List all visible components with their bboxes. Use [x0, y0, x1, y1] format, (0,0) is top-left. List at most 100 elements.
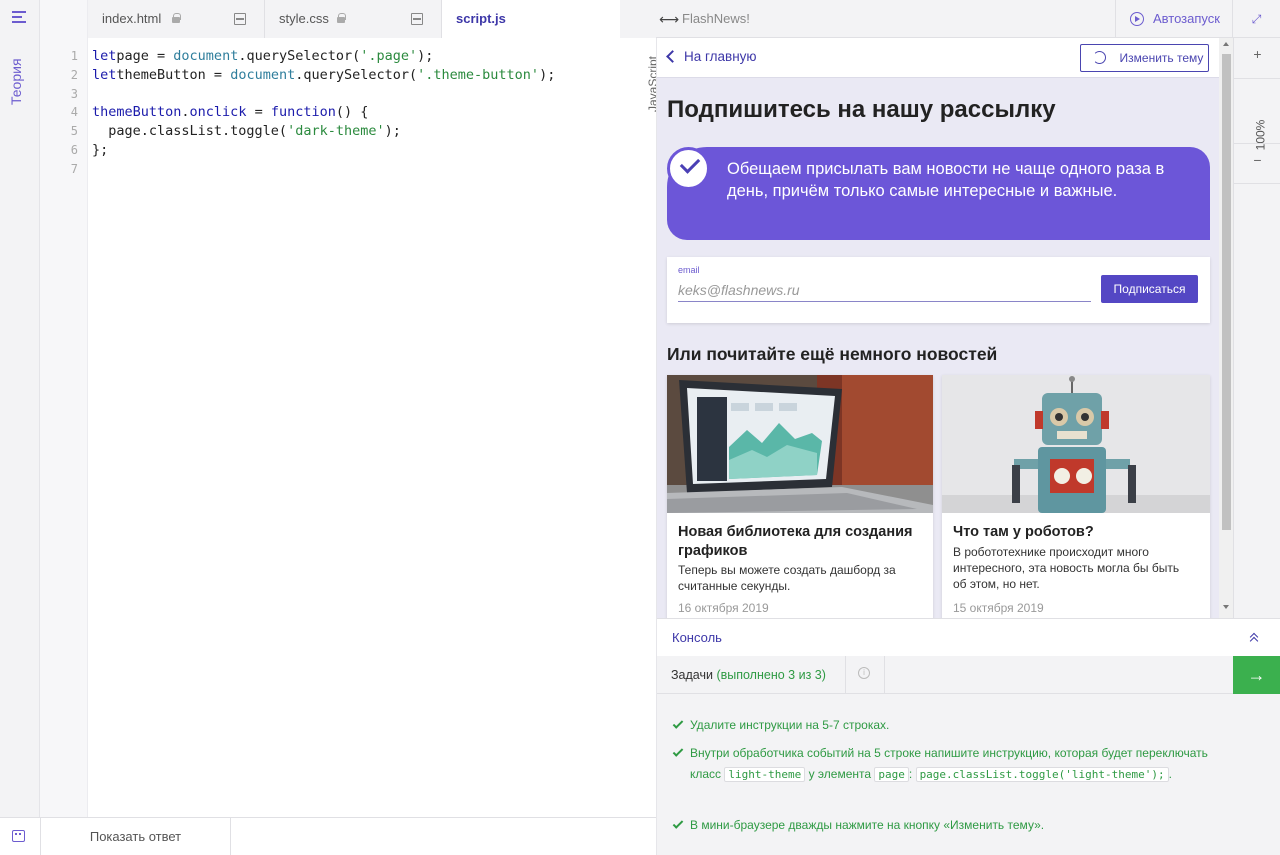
browser-header: ⟷ FlashNews! Автозапуск ⤢ — [656, 0, 1280, 38]
feedback-icon[interactable] — [12, 830, 25, 842]
code-token: ); — [417, 48, 434, 64]
code-token: '.page' — [360, 48, 418, 64]
code-token: page.classList.toggle( — [92, 123, 288, 140]
tab-label: style.css — [279, 11, 329, 26]
scroll-down-icon[interactable] — [1223, 605, 1229, 609]
minimize-icon[interactable] — [411, 13, 423, 25]
task-item: Удалите инструкции на 5-7 строках. — [672, 715, 1222, 736]
tab-label: index.html — [102, 11, 162, 26]
task-text-part: . — [1168, 767, 1172, 781]
tab-index-html[interactable]: index.html — [88, 0, 265, 38]
task-text-part: В мини-браузере дважды нажмите на кнопку… — [690, 818, 1045, 832]
tasks-label: Задачи — [671, 668, 713, 682]
resize-arrows-icon[interactable]: ⟷ — [656, 0, 682, 38]
email-field[interactable] — [678, 278, 1091, 302]
mini-browser: На главную Изменить тему Подпишитесь на … — [657, 38, 1233, 618]
task-text: В мини-браузере дважды нажмите на кнопку… — [690, 818, 1044, 832]
left-rail: Теория — [0, 0, 40, 817]
news-card[interactable]: Новая библиотека для создания графиков Т… — [667, 375, 933, 618]
tab-style-css[interactable]: style.css — [265, 0, 442, 38]
viewport-scrollbar[interactable] — [1219, 38, 1233, 618]
code-token: document — [230, 66, 296, 83]
theory-tab[interactable]: Теория — [8, 58, 24, 105]
tasks-bar: Задачи (выполнено 3 из 3) i → — [657, 656, 1280, 694]
line-number: 1 — [70, 49, 78, 63]
code-token: . — [181, 104, 190, 121]
console-toggle[interactable]: Консоль — [657, 618, 1280, 656]
minimize-icon[interactable] — [234, 13, 246, 25]
line-number: 7 — [70, 161, 78, 176]
subscribe-button[interactable]: Подписаться — [1101, 275, 1198, 303]
zoom-in-button[interactable]: + — [1234, 46, 1280, 62]
code-token: = — [246, 104, 271, 121]
autorun-label: Автозапуск — [1153, 11, 1220, 26]
code-token: () { — [335, 104, 369, 121]
code-line[interactable]: letpage = document.querySelector('.page'… — [92, 47, 555, 66]
code-line[interactable]: letthemeButton = document.querySelector(… — [92, 66, 555, 85]
check-icon — [672, 818, 684, 829]
code-token: let — [92, 48, 117, 64]
robot-image — [942, 375, 1210, 513]
site-header: На главную Изменить тему — [657, 38, 1219, 78]
task-text-part: Удалите инструкции на 5-7 строках. — [690, 718, 890, 732]
editor-bottom-bar: Показать ответ — [0, 817, 656, 855]
check-icon — [672, 746, 684, 757]
code-line[interactable]: themeButton.onclick = function() { — [92, 103, 555, 122]
check-icon — [672, 718, 684, 729]
code-token: .querySelector( — [295, 66, 418, 83]
moon-icon — [1093, 51, 1106, 64]
scroll-up-icon[interactable] — [1223, 42, 1229, 46]
code-token: page = — [116, 48, 174, 64]
tasks-panel: Задачи (выполнено 3 из 3) i → Удалите ин… — [657, 656, 1280, 855]
task-item: Внутри обработчика событий на 5 строке н… — [672, 743, 1222, 785]
code-editor[interactable]: letpage = document.querySelector( '.page'… — [92, 47, 555, 179]
laptop-image — [667, 375, 933, 513]
task-text-part: : — [908, 767, 916, 781]
autorun-button[interactable]: Автозапуск — [1115, 0, 1232, 38]
task-text: Удалите инструкции на 5-7 строках. — [690, 718, 889, 732]
menu-icon[interactable] — [12, 11, 26, 23]
news-card[interactable]: Что там у роботов? В робототехнике проис… — [942, 375, 1210, 618]
lock-icon — [337, 13, 346, 23]
email-label: email — [678, 265, 700, 275]
card-title[interactable]: Новая библиотека для создания графиков — [678, 523, 918, 561]
back-link[interactable]: На главную — [666, 49, 757, 64]
card-date: 15 октября 2019 — [953, 601, 1044, 615]
next-button[interactable]: → — [1233, 656, 1280, 694]
tasks-title[interactable]: Задачи (выполнено 3 из 3) — [671, 668, 826, 682]
task-text: Внутри обработчика событий на 5 строке н… — [690, 746, 1208, 782]
divider — [845, 656, 846, 694]
task-text-part: у элемента — [805, 767, 875, 781]
fullscreen-icon[interactable]: ⤢ — [1232, 0, 1280, 38]
editor-tabs: index.html style.css script.js — [88, 0, 620, 38]
inline-code: page.classList.toggle('light-theme'); — [915, 767, 1169, 782]
card-date: 16 октября 2019 — [678, 601, 769, 615]
chevron-up-icon — [1250, 634, 1258, 642]
tab-script-js[interactable]: script.js — [442, 0, 619, 38]
play-icon — [1130, 12, 1144, 26]
page-title: Подпишитесь на нашу рассылку — [667, 96, 1056, 123]
code-token: 'dark-theme' — [287, 123, 385, 140]
info-icon[interactable]: i — [858, 667, 870, 679]
zoom-panel: + 100% − — [1233, 38, 1280, 618]
code-line[interactable] — [92, 160, 555, 179]
scroll-thumb[interactable] — [1222, 54, 1231, 530]
code-line[interactable]: }; — [92, 141, 555, 160]
tabs-spacer — [620, 0, 656, 38]
tab-label: script.js — [456, 11, 506, 26]
divider — [884, 656, 885, 694]
code-line[interactable] — [92, 85, 555, 104]
tasks-status: (выполнено 3 из 3) — [716, 668, 826, 682]
zoom-out-button[interactable]: − — [1234, 152, 1280, 168]
card-text: Теперь вы можете создать дашборд за счит… — [678, 563, 896, 593]
task-item: В мини-браузере дважды нажмите на кнопку… — [672, 815, 1222, 836]
show-answer-button[interactable]: Показать ответ — [40, 818, 231, 855]
browser-title: FlashNews! — [682, 11, 750, 26]
code-token: onclick — [189, 104, 247, 121]
divider — [1234, 183, 1280, 184]
change-theme-button[interactable]: Изменить тему — [1080, 44, 1209, 72]
card-title[interactable]: Что там у роботов? — [953, 523, 1193, 542]
code-line[interactable]: page.classList.toggle('dark-theme'); — [92, 122, 555, 141]
code-token: themeButton — [92, 104, 182, 121]
inline-code: page — [874, 767, 909, 782]
